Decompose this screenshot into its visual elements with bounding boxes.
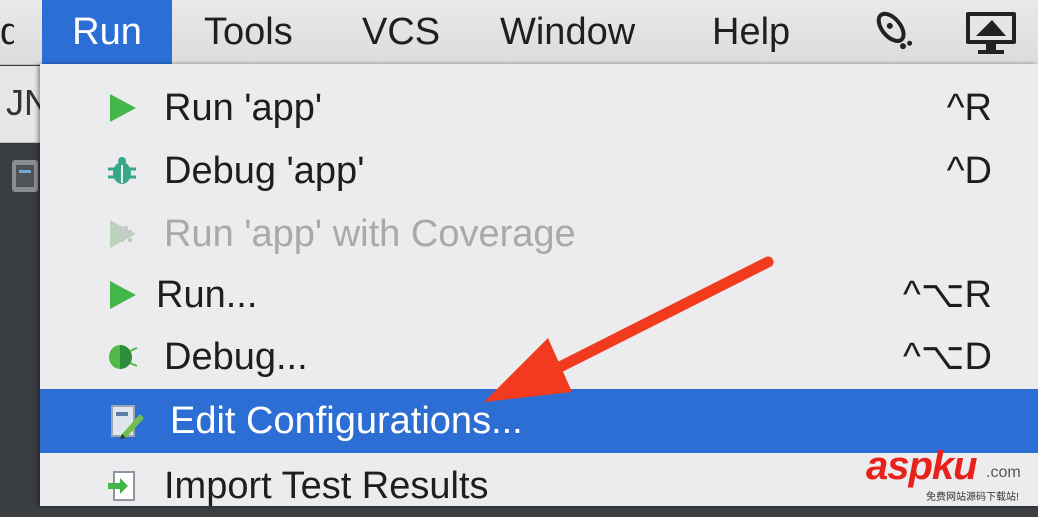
editor-tab-label: JN bbox=[6, 82, 40, 123]
watermark-brand: aspku bbox=[866, 444, 978, 488]
watermark-domain: .com bbox=[986, 464, 1021, 481]
menu-item-run[interactable]: Run bbox=[42, 0, 172, 64]
menu-item-partial[interactable]: d bbox=[0, 0, 14, 64]
menu-item-window[interactable]: Window bbox=[500, 0, 635, 64]
debug-bug-icon bbox=[108, 157, 136, 184]
menu-item-vcs[interactable]: VCS bbox=[362, 0, 440, 64]
run-play-icon bbox=[110, 94, 136, 122]
menu-item-shortcut: ^D bbox=[946, 150, 992, 192]
menu-item-debug-app[interactable]: Debug 'app' ^D bbox=[40, 140, 1038, 202]
menu-item-label: Import Test Results bbox=[164, 465, 489, 507]
menu-item-label: Run 'app' with Coverage bbox=[164, 213, 576, 255]
watermark-tagline: 免费网站源码下载站! bbox=[926, 492, 1019, 503]
import-icon bbox=[108, 471, 135, 501]
watermark: aspku .com 免费网站源码下载站! bbox=[866, 444, 1038, 504]
menu-item-run-with-coverage: Run 'app' with Coverage bbox=[40, 203, 1038, 265]
menu-item-tools[interactable]: Tools bbox=[204, 0, 293, 64]
edit-configurations-icon bbox=[111, 405, 144, 439]
editor-tab[interactable]: JN bbox=[0, 66, 40, 143]
rocket-icon[interactable] bbox=[870, 8, 920, 56]
menu-item-label: Edit Configurations... bbox=[170, 400, 523, 442]
run-play-icon bbox=[110, 281, 136, 309]
menu-item-label: Run... bbox=[156, 274, 258, 316]
tool-window-strip bbox=[0, 143, 40, 506]
menu-item-debug-ellipsis[interactable]: Debug... ^⌥D bbox=[40, 326, 1038, 388]
menu-item-label: Debug 'app' bbox=[164, 150, 365, 192]
menu-item-run-ellipsis[interactable]: Run... ^⌥R bbox=[40, 264, 1038, 326]
menu-item-label: Debug... bbox=[164, 336, 308, 378]
debug-bug-icon bbox=[109, 345, 138, 369]
run-menu-dropdown: Run 'app' ^R Debug 'app' ^D Run 'app' wi… bbox=[40, 64, 1038, 507]
menu-item-shortcut: ^R bbox=[946, 87, 992, 129]
menu-item-label: Run 'app' bbox=[164, 87, 323, 129]
menu-item-run-app[interactable]: Run 'app' ^R bbox=[40, 77, 1038, 139]
device-manager-icon[interactable] bbox=[10, 156, 40, 196]
coverage-icon bbox=[110, 220, 136, 248]
menu-item-shortcut: ^⌥R bbox=[902, 274, 992, 316]
display-icon[interactable] bbox=[962, 8, 1020, 56]
menu-item-shortcut: ^⌥D bbox=[902, 336, 992, 378]
menubar: d Run Tools VCS Window Help bbox=[0, 0, 1038, 65]
menu-item-help[interactable]: Help bbox=[712, 0, 790, 64]
